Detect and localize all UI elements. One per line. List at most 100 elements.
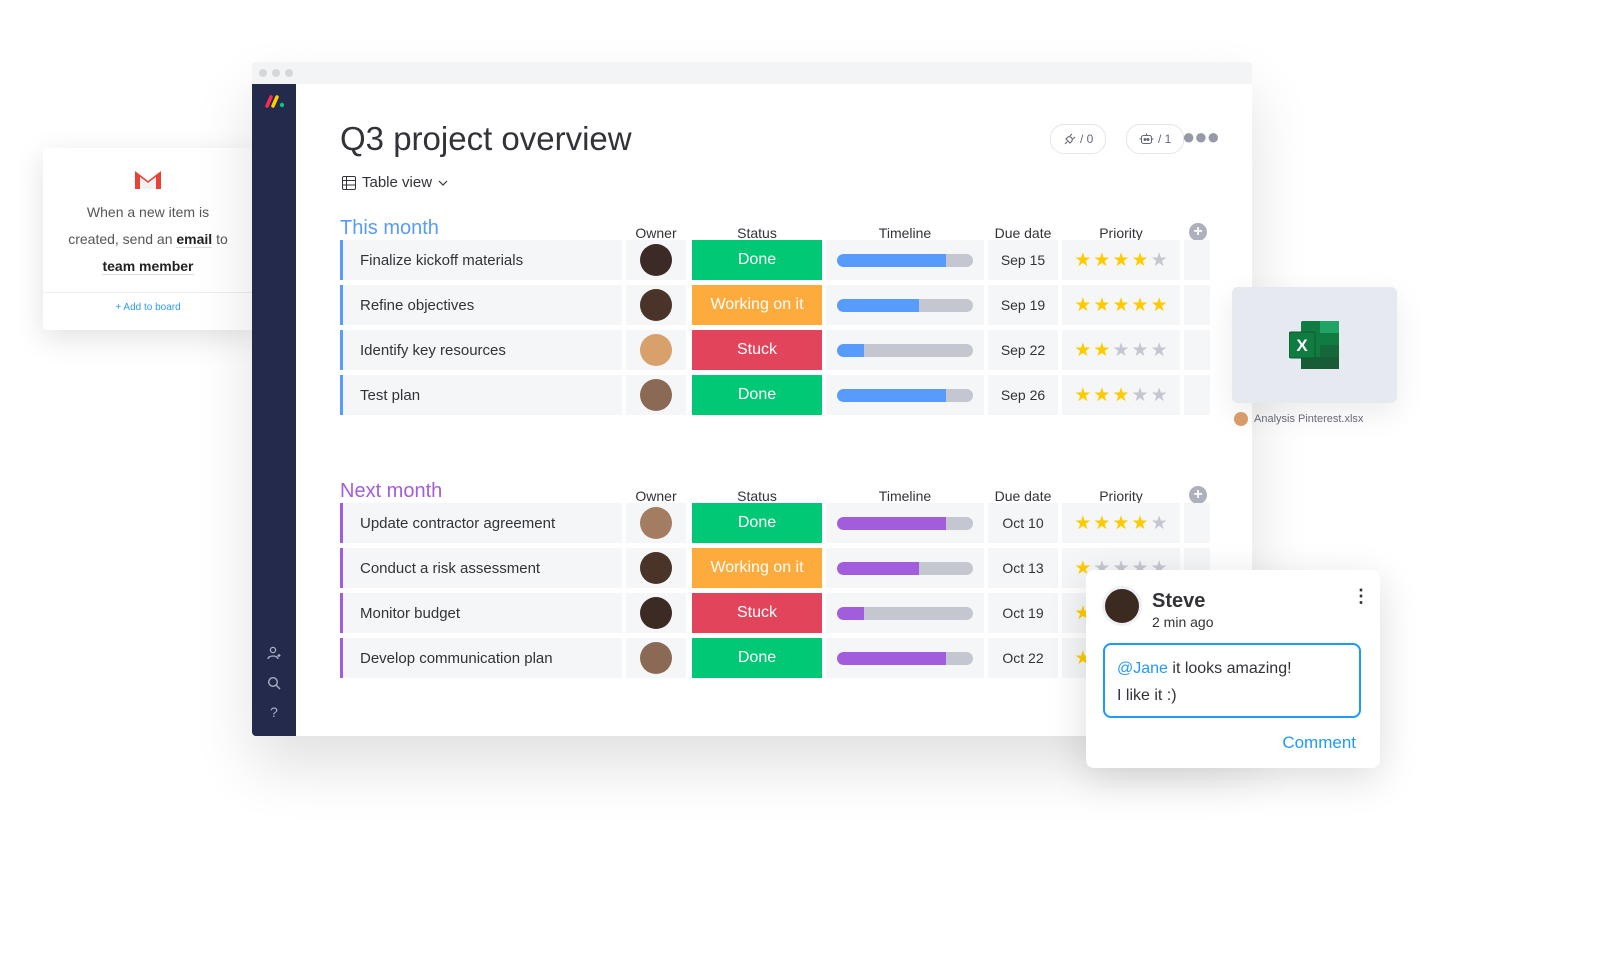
star-icon[interactable]: ★ — [1093, 512, 1110, 535]
table-row[interactable]: Finalize kickoff materials Done Sep 15 ★… — [340, 240, 1210, 280]
star-icon[interactable]: ★ — [1112, 339, 1129, 362]
owner-cell[interactable] — [626, 285, 686, 325]
column-header-due[interactable]: Due date — [988, 488, 1058, 504]
column-header-status[interactable]: Status — [692, 488, 822, 504]
integrations-button[interactable]: / 0 — [1050, 124, 1107, 154]
star-icon[interactable]: ★ — [1151, 249, 1168, 272]
timeline-cell[interactable] — [826, 285, 984, 325]
status-badge[interactable]: Done — [692, 503, 822, 543]
item-name[interactable]: Conduct a risk assessment — [340, 548, 622, 588]
help-icon[interactable]: ? — [266, 704, 282, 720]
star-icon[interactable]: ★ — [1093, 384, 1110, 407]
due-date[interactable]: Sep 19 — [988, 285, 1058, 325]
table-row[interactable]: Test plan Done Sep 26 ★ ★ ★ ★ ★ — [340, 375, 1210, 415]
star-icon[interactable]: ★ — [1093, 294, 1110, 317]
table-view-selector[interactable]: Table view — [342, 174, 448, 191]
table-row[interactable]: Refine objectives Working on it Sep 19 ★… — [340, 285, 1210, 325]
star-icon[interactable]: ★ — [1093, 339, 1110, 362]
column-header-timeline[interactable]: Timeline — [826, 488, 984, 504]
more-options-icon[interactable]: ●●● — [1182, 126, 1220, 148]
add-to-board-link[interactable]: + Add to board — [43, 302, 253, 313]
column-header-status[interactable]: Status — [692, 225, 822, 241]
owner-cell[interactable] — [626, 240, 686, 280]
item-name[interactable]: Test plan — [340, 375, 622, 415]
star-icon[interactable]: ★ — [1074, 384, 1091, 407]
timeline-cell[interactable] — [826, 638, 984, 678]
column-header-priority[interactable]: Priority — [1062, 225, 1180, 241]
item-name[interactable]: Develop communication plan — [340, 638, 622, 678]
search-icon[interactable] — [266, 676, 282, 692]
due-date[interactable]: Oct 10 — [988, 503, 1058, 543]
file-label[interactable]: Analysis Pinterest.xlsx — [1234, 412, 1363, 426]
timeline-cell[interactable] — [826, 330, 984, 370]
priority-rating[interactable]: ★★★★★ — [1062, 285, 1180, 325]
status-badge[interactable]: Done — [692, 375, 822, 415]
comment-input[interactable]: @Jane it looks amazing! I like it :) — [1103, 643, 1361, 718]
due-date[interactable]: Oct 19 — [988, 593, 1058, 633]
invite-user-icon[interactable] — [266, 646, 282, 662]
star-icon[interactable]: ★ — [1151, 384, 1168, 407]
item-name[interactable]: Monitor budget — [340, 593, 622, 633]
team-member-token[interactable]: team member — [102, 258, 194, 275]
star-icon[interactable]: ★ — [1074, 339, 1091, 362]
star-icon[interactable]: ★ — [1132, 512, 1149, 535]
star-icon[interactable]: ★ — [1132, 339, 1149, 362]
star-icon[interactable]: ★ — [1074, 512, 1091, 535]
due-date[interactable]: Oct 22 — [988, 638, 1058, 678]
status-badge[interactable]: Working on it — [692, 285, 822, 325]
file-preview[interactable]: X — [1232, 287, 1397, 403]
column-header-priority[interactable]: Priority — [1062, 488, 1180, 504]
star-icon[interactable]: ★ — [1132, 384, 1149, 407]
owner-cell[interactable] — [626, 375, 686, 415]
comment-button[interactable]: Comment — [1282, 733, 1356, 753]
table-row[interactable]: Develop communication plan Done Oct 22 ★… — [340, 638, 1210, 678]
star-icon[interactable]: ★ — [1132, 294, 1149, 317]
star-icon[interactable]: ★ — [1151, 339, 1168, 362]
owner-cell[interactable] — [626, 638, 686, 678]
owner-cell[interactable] — [626, 503, 686, 543]
priority-rating[interactable]: ★★★★★ — [1062, 503, 1180, 543]
status-badge[interactable]: Done — [692, 638, 822, 678]
timeline-cell[interactable] — [826, 548, 984, 588]
star-icon[interactable]: ★ — [1112, 384, 1129, 407]
due-date[interactable]: Sep 15 — [988, 240, 1058, 280]
status-badge[interactable]: Done — [692, 240, 822, 280]
column-header-owner[interactable]: Owner — [626, 488, 686, 504]
star-icon[interactable]: ★ — [1112, 294, 1129, 317]
star-icon[interactable]: ★ — [1151, 294, 1168, 317]
status-badge[interactable]: Working on it — [692, 548, 822, 588]
table-row[interactable]: Update contractor agreement Done Oct 10 … — [340, 503, 1210, 543]
column-header-timeline[interactable]: Timeline — [826, 225, 984, 241]
star-icon[interactable]: ★ — [1112, 512, 1129, 535]
star-icon[interactable]: ★ — [1151, 512, 1168, 535]
timeline-cell[interactable] — [826, 375, 984, 415]
group-title[interactable]: Next month — [340, 480, 442, 503]
status-badge[interactable]: Stuck — [692, 330, 822, 370]
timeline-cell[interactable] — [826, 240, 984, 280]
table-row[interactable]: Monitor budget Stuck Oct 19 ★★★★★ — [340, 593, 1210, 633]
table-row[interactable]: Identify key resources Stuck Sep 22 ★ ★ ★ ★… — [340, 330, 1210, 370]
priority-rating[interactable]: ★★★★★ — [1062, 375, 1180, 415]
item-name[interactable]: Update contractor agreement — [340, 503, 622, 543]
table-row[interactable]: Conduct a risk assessment Working on it … — [340, 548, 1210, 588]
timeline-cell[interactable] — [826, 593, 984, 633]
kebab-menu-icon[interactable]: ⋮ — [1352, 587, 1370, 605]
owner-cell[interactable] — [626, 330, 686, 370]
group-title[interactable]: This month — [340, 217, 439, 240]
column-header-due[interactable]: Due date — [988, 225, 1058, 241]
star-icon[interactable]: ★ — [1112, 249, 1129, 272]
status-badge[interactable]: Stuck — [692, 593, 822, 633]
due-date[interactable]: Oct 13 — [988, 548, 1058, 588]
add-column-icon[interactable]: + — [1189, 486, 1207, 504]
owner-cell[interactable] — [626, 593, 686, 633]
item-name[interactable]: Identify key resources — [340, 330, 622, 370]
column-header-owner[interactable]: Owner — [626, 225, 686, 241]
priority-rating[interactable]: ★★★★★ — [1062, 240, 1180, 280]
automations-button[interactable]: / 1 — [1126, 124, 1185, 154]
add-column-icon[interactable]: + — [1189, 223, 1207, 241]
item-name[interactable]: Refine objectives — [340, 285, 622, 325]
priority-rating[interactable]: ★★★★★ — [1062, 330, 1180, 370]
owner-cell[interactable] — [626, 548, 686, 588]
mention[interactable]: @Jane — [1117, 660, 1168, 677]
star-icon[interactable]: ★ — [1074, 249, 1091, 272]
